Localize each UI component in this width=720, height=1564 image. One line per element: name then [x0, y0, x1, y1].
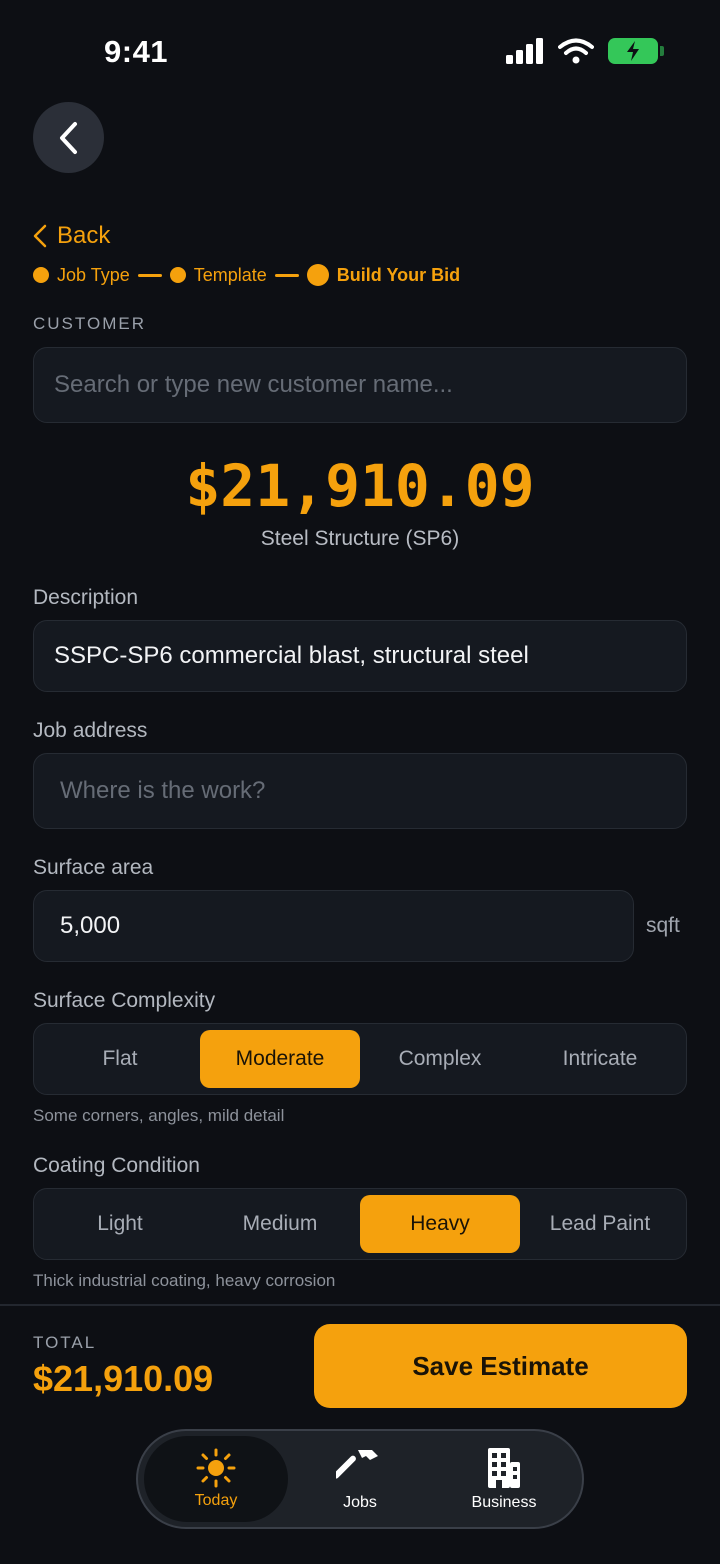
complexity-option-complex[interactable]: Complex [360, 1030, 520, 1088]
complexity-label: Surface Complexity [33, 989, 216, 1012]
hammer-icon [336, 1450, 378, 1479]
complexity-option-flat[interactable]: Flat [40, 1030, 200, 1088]
description-label: Description [33, 586, 139, 609]
footer-divider [0, 1304, 720, 1306]
surface-area-label: Surface area [33, 856, 154, 879]
back-link[interactable]: Back [33, 222, 110, 250]
battery-icon [608, 38, 664, 64]
back-circle-button[interactable] [33, 102, 104, 173]
step-label-job-type: Job Type [57, 264, 130, 285]
customer-search-placeholder: Search or type new customer name... [54, 371, 453, 398]
save-estimate-button[interactable]: Save Estimate [314, 1324, 687, 1408]
address-placeholder: Where is the work? [60, 777, 266, 804]
tab-jobs-label: Jobs [343, 1494, 377, 1511]
condition-label: Coating Condition [33, 1154, 200, 1177]
customer-search-input[interactable]: Search or type new customer name... [33, 347, 687, 423]
tab-jobs[interactable]: Jobs [288, 1436, 432, 1522]
sun-icon [196, 1448, 236, 1488]
chevron-left-icon [59, 121, 77, 154]
progress-stepper: Job Type Template Build Your Bid [33, 264, 460, 286]
chevron-left-icon [33, 224, 47, 248]
condition-option-lead-paint[interactable]: Lead Paint [520, 1195, 680, 1253]
step-connector [137, 273, 162, 277]
condition-hint: Thick industrial coating, heavy corrosio… [33, 1271, 336, 1290]
step-dot-current [306, 264, 329, 286]
wifi-icon [558, 38, 594, 64]
total-label: TOTAL [33, 1333, 97, 1352]
address-label: Job address [33, 719, 148, 742]
tab-business-label: Business [471, 1494, 537, 1511]
surface-area-unit: sqft [646, 914, 680, 937]
signal-icon [506, 38, 543, 64]
complexity-option-intricate[interactable]: Intricate [520, 1030, 680, 1088]
tab-business[interactable]: Business [432, 1436, 576, 1522]
tab-today[interactable]: Today [144, 1436, 288, 1522]
bottom-tab-bar: Today Jobs Business [136, 1429, 584, 1529]
complexity-segmented-control: Flat Moderate Complex Intricate [33, 1023, 687, 1095]
back-link-label: Back [57, 222, 111, 249]
condition-option-medium[interactable]: Medium [200, 1195, 360, 1253]
tab-today-label: Today [194, 1492, 238, 1509]
step-connector [274, 273, 299, 277]
total-value: $21,910.09 [33, 1358, 214, 1399]
condition-option-light[interactable]: Light [40, 1195, 200, 1253]
estimate-template-name: Steel Structure (SP6) [260, 527, 460, 550]
description-value: SSPC-SP6 commercial blast, structural st… [54, 642, 529, 669]
customer-section-label: CUSTOMER [33, 314, 146, 333]
description-field[interactable]: SSPC-SP6 commercial blast, structural st… [33, 620, 687, 692]
step-label-build-bid: Build Your Bid [336, 264, 461, 285]
condition-option-heavy[interactable]: Heavy [360, 1195, 520, 1253]
step-dot [33, 267, 49, 283]
surface-area-field[interactable]: 5,000 [33, 890, 634, 962]
complexity-hint: Some corners, angles, mild detail [33, 1106, 285, 1125]
step-label-template: Template [193, 264, 267, 285]
status-icons [506, 38, 664, 64]
address-field[interactable]: Where is the work? [33, 753, 687, 829]
surface-area-value: 5,000 [60, 912, 121, 939]
condition-segmented-control: Light Medium Heavy Lead Paint [33, 1188, 687, 1260]
status-time: 9:41 [104, 34, 169, 69]
complexity-option-moderate[interactable]: Moderate [200, 1030, 360, 1088]
building-icon [488, 1448, 520, 1488]
estimate-price: $21,910.09 [185, 452, 535, 520]
step-dot [169, 267, 186, 283]
